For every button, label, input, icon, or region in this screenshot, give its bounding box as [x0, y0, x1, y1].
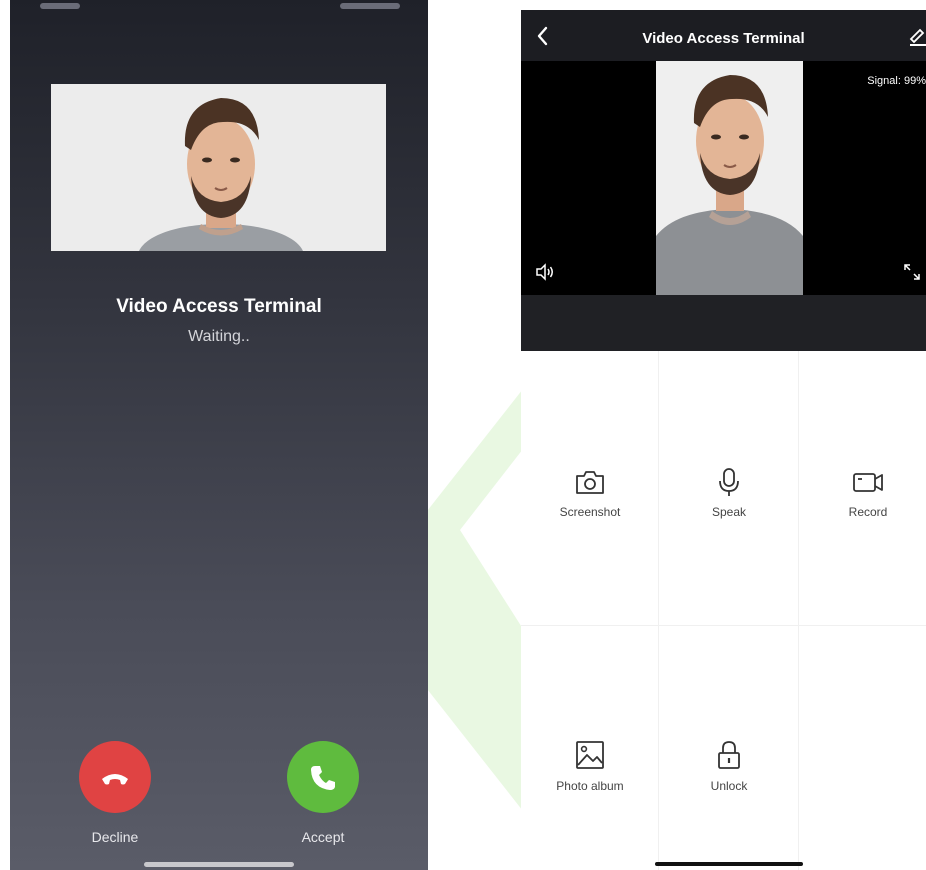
screenshot-label: Screenshot: [559, 505, 621, 519]
home-indicator: [144, 862, 294, 867]
action-grid: Screenshot Speak Record Photo album Unlo…: [521, 351, 926, 870]
caller-photo: [51, 84, 386, 251]
accept-button[interactable]: [287, 741, 359, 813]
status-bar: [10, 0, 428, 14]
speak-button[interactable]: Speak: [660, 467, 798, 519]
volume-button[interactable]: [535, 263, 555, 281]
screenshot-button[interactable]: Screenshot: [521, 467, 659, 519]
video-camera-icon: [853, 473, 883, 492]
home-indicator: [655, 862, 803, 866]
hang-up-icon: [102, 774, 128, 785]
image-icon: [576, 741, 604, 769]
app-header: Video Access Terminal: [521, 10, 926, 61]
pencil-icon: [909, 28, 926, 46]
background-watermark: [420, 380, 530, 820]
expand-icon: [904, 264, 920, 280]
page-title: Video Access Terminal: [642, 30, 805, 47]
video-terminal-screen: Video Access Terminal Signal: 99% Screen…: [521, 10, 926, 870]
speaker-icon: [536, 263, 553, 281]
speak-label: Speak: [711, 505, 747, 519]
photo-album-label: Photo album: [556, 779, 624, 793]
lock-icon: [718, 741, 740, 769]
camera-icon: [576, 471, 604, 494]
fullscreen-button[interactable]: [902, 263, 922, 281]
video-feed: [656, 61, 803, 295]
video-control-bar: [521, 295, 926, 351]
caller-name: Video Access Terminal: [116, 296, 322, 317]
record-button[interactable]: Record: [799, 467, 926, 519]
record-label: Record: [848, 505, 888, 519]
unlock-label: Unlock: [710, 779, 748, 793]
accept-label: Accept: [301, 829, 345, 845]
decline-label: Decline: [91, 829, 139, 845]
phone-icon: [311, 766, 335, 790]
unlock-button[interactable]: Unlock: [660, 739, 798, 793]
signal-strength: Signal: 99%: [867, 75, 926, 87]
incoming-call-screen: Video Access Terminal Waiting.. Decline …: [10, 0, 428, 870]
decline-button[interactable]: [79, 741, 151, 813]
call-status: Waiting..: [188, 328, 250, 345]
microphone-icon: [719, 468, 739, 496]
edit-button[interactable]: [907, 24, 926, 46]
photo-album-button[interactable]: Photo album: [521, 739, 659, 793]
live-video-view[interactable]: Signal: 99%: [521, 61, 926, 295]
